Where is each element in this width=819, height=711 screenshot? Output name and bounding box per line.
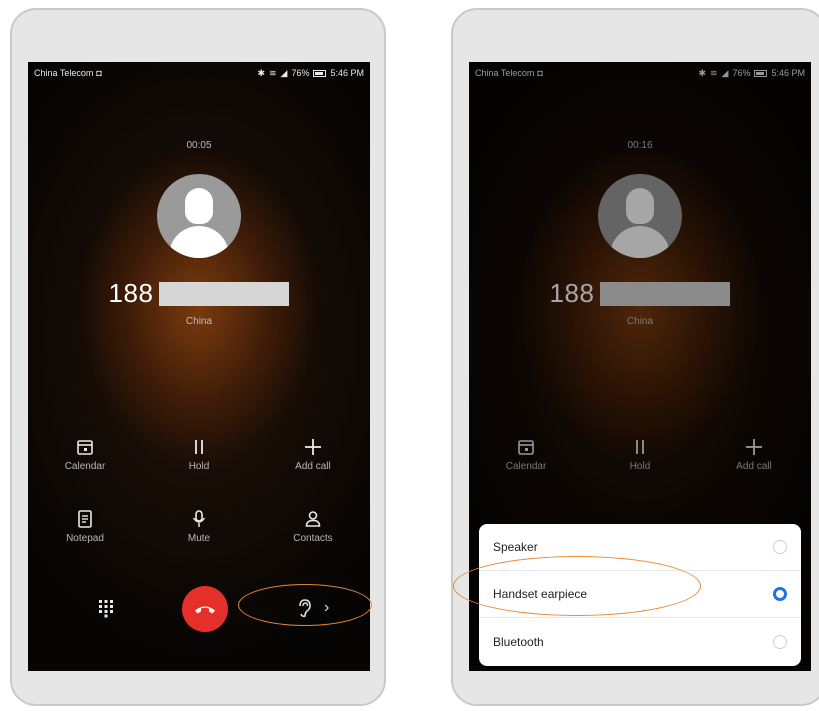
calendar-icon <box>28 434 142 458</box>
calendar-button[interactable]: Calendar <box>28 434 142 472</box>
option-label: Bluetooth <box>493 634 544 649</box>
radio-selected[interactable] <box>773 587 787 601</box>
highlight-ellipse-handset-earpiece <box>453 556 701 616</box>
add-call-label: Add call <box>295 461 331 472</box>
caller-number: 188 <box>28 278 370 309</box>
contact-avatar <box>157 174 241 258</box>
signal-icon: ◢ <box>280 67 288 78</box>
end-call-button[interactable] <box>182 586 228 632</box>
call-timer: 00:05 <box>186 140 212 151</box>
dialpad-icon[interactable] <box>96 598 116 618</box>
clock: 5:46 PM <box>330 68 364 78</box>
caller-number-prefix: 188 <box>108 278 154 308</box>
radio-unselected[interactable] <box>773 634 787 649</box>
notepad-label: Notepad <box>66 533 104 544</box>
notepad-icon <box>28 506 142 530</box>
stage: China Telecom ◘ ✱ ≋ ◢ 76% 5:46 PM 00:05 … <box>0 0 819 711</box>
call-actions-row-1: Calendar Hold Add call <box>28 434 370 472</box>
calendar-label: Calendar <box>64 461 106 472</box>
status-bar: China Telecom ◘ ✱ ≋ ◢ 76% 5:46 PM <box>28 62 370 84</box>
option-bluetooth[interactable]: Bluetooth <box>479 618 801 665</box>
mute-label: Mute <box>187 533 211 544</box>
person-icon <box>256 506 370 530</box>
notepad-button[interactable]: Notepad <box>28 506 142 544</box>
plus-icon <box>256 434 370 458</box>
mute-button[interactable]: Mute <box>142 506 256 544</box>
battery-percent: 76% <box>291 68 310 78</box>
battery-icon <box>313 69 327 77</box>
bluetooth-icon: ✱ <box>257 67 265 78</box>
microphone-icon <box>142 506 256 530</box>
hold-label: Hold <box>188 461 210 472</box>
add-call-button[interactable]: Add call <box>256 434 370 472</box>
redacted-number-block <box>159 281 290 306</box>
contacts-label: Contacts <box>293 533 333 544</box>
caller-location: China <box>185 316 213 327</box>
option-label: Speaker <box>493 540 538 554</box>
call-actions-row-2: Notepad Mute Contacts <box>28 506 370 544</box>
sim-icon: ◘ <box>96 68 102 78</box>
hang-up-icon <box>195 606 215 614</box>
call-screen-left: China Telecom ◘ ✱ ≋ ◢ 76% 5:46 PM 00:05 … <box>28 62 370 671</box>
highlight-ellipse-audio-route <box>238 584 372 626</box>
carrier-label: China Telecom <box>34 68 94 78</box>
wifi-icon: ≋ <box>268 67 277 78</box>
pause-icon <box>142 434 256 458</box>
radio-unselected[interactable] <box>773 540 787 554</box>
contacts-button[interactable]: Contacts <box>256 506 370 544</box>
hold-button[interactable]: Hold <box>142 434 256 472</box>
